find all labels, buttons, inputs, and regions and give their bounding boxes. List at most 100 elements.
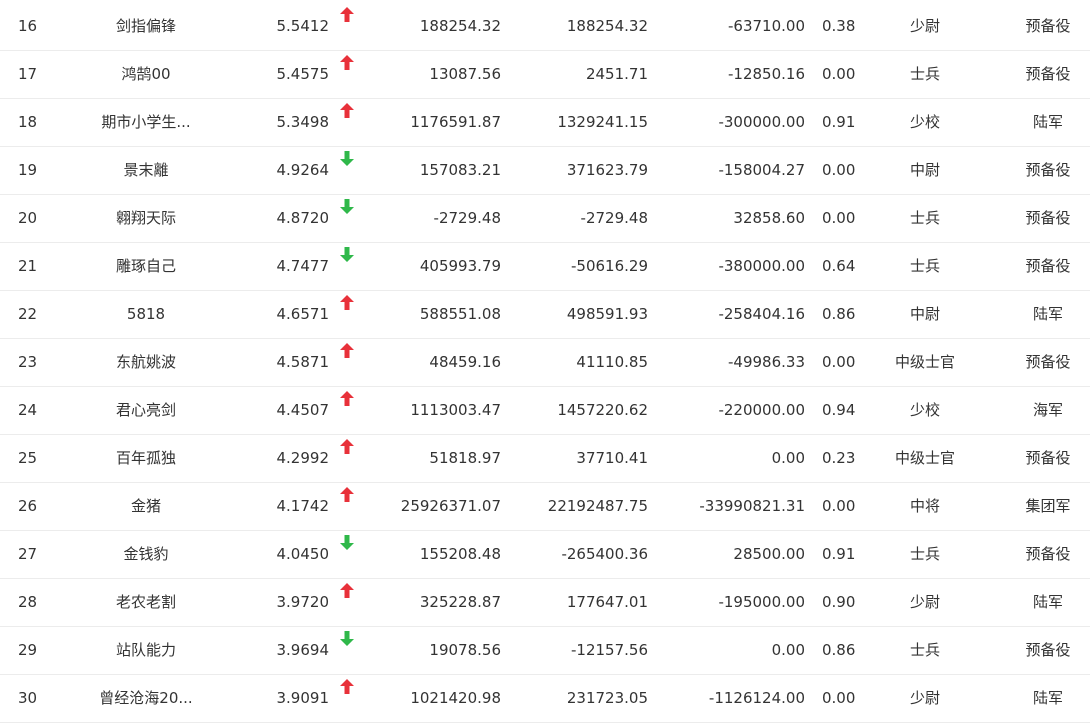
table-row: 27 金钱豹 4.0450 155208.48 -265400.36 28500.00 0.… bbox=[0, 531, 1090, 579]
value-1-cell: -2729.48 bbox=[433, 209, 501, 227]
group-cell: 预备役 bbox=[1025, 161, 1071, 179]
arrow-up-icon bbox=[339, 3, 355, 50]
table-row: 29 站队能力 3.9694 19078.56 -12157.56 0.00 0.86 士兵 预… bbox=[0, 627, 1090, 675]
table-row: 18 期市小学生... 5.3498 1176591.87 1329241.15 -300… bbox=[0, 99, 1090, 147]
value-2-cell: 498591.93 bbox=[566, 305, 648, 323]
player-name[interactable]: 站队能力 bbox=[76, 627, 216, 674]
group-cell: 陆军 bbox=[1032, 689, 1063, 707]
score-cell: 4.9264 bbox=[276, 161, 330, 179]
ratio-cell: 0.91 bbox=[822, 545, 856, 563]
military-rank-cell: 士兵 bbox=[909, 209, 940, 227]
value-2-cell: 41110.85 bbox=[576, 353, 648, 371]
value-1-cell: 405993.79 bbox=[419, 257, 501, 275]
ratio-cell: 0.00 bbox=[822, 497, 856, 515]
player-name[interactable]: 鸿鹄00 bbox=[76, 51, 216, 98]
value-3-cell: -195000.00 bbox=[718, 593, 805, 611]
rank-cell: 16 bbox=[18, 17, 38, 35]
value-2-cell: 1329241.15 bbox=[557, 113, 648, 131]
group-cell: 预备役 bbox=[1025, 17, 1071, 35]
group-cell: 集团军 bbox=[1025, 497, 1071, 515]
value-2-cell: 231723.05 bbox=[566, 689, 648, 707]
military-rank-cell: 少校 bbox=[909, 113, 940, 131]
ratio-cell: 0.00 bbox=[822, 161, 856, 179]
table-row: 24 君心亮剑 4.4507 1113003.47 1457220.62 -220000.… bbox=[0, 387, 1090, 435]
rank-cell: 18 bbox=[18, 113, 38, 131]
ratio-cell: 0.00 bbox=[822, 65, 856, 83]
table-row: 28 老农老割 3.9720 325228.87 177647.01 -195000.00… bbox=[0, 579, 1090, 627]
table-row: 30 曾经沧海20... 3.9091 1021420.98 231723.05 -112… bbox=[0, 675, 1090, 723]
military-rank-cell: 少校 bbox=[909, 401, 940, 419]
table-row: 22 5818 4.6571 588551.08 498591.93 -258404.16… bbox=[0, 291, 1090, 339]
ratio-cell: 0.91 bbox=[822, 113, 856, 131]
value-2-cell: -50616.29 bbox=[571, 257, 648, 275]
ratio-cell: 0.86 bbox=[822, 641, 856, 659]
arrow-up-icon bbox=[339, 483, 355, 530]
ratio-cell: 0.23 bbox=[822, 449, 856, 467]
arrow-down-icon bbox=[339, 627, 355, 674]
value-1-cell: 588551.08 bbox=[419, 305, 501, 323]
arrow-up-icon bbox=[339, 99, 355, 146]
value-3-cell: -33990821.31 bbox=[699, 497, 805, 515]
score-cell: 4.8720 bbox=[276, 209, 330, 227]
score-cell: 4.0450 bbox=[276, 545, 330, 563]
leaderboard-table: 16 剑指偏锋 5.5412 188254.32 188254.32 -63710.00 0… bbox=[0, 0, 1090, 723]
value-3-cell: -300000.00 bbox=[718, 113, 805, 131]
arrow-down-icon bbox=[339, 243, 355, 290]
score-cell: 4.4507 bbox=[276, 401, 330, 419]
value-3-cell: 28500.00 bbox=[733, 545, 805, 563]
score-cell: 4.1742 bbox=[276, 497, 330, 515]
military-rank-cell: 少尉 bbox=[909, 689, 940, 707]
value-2-cell: -12157.56 bbox=[571, 641, 648, 659]
value-3-cell: -49986.33 bbox=[728, 353, 805, 371]
group-cell: 预备役 bbox=[1025, 449, 1071, 467]
table-row: 20 翱翔天际 4.8720 -2729.48 -2729.48 32858.60 0.00… bbox=[0, 195, 1090, 243]
score-cell: 4.2992 bbox=[276, 449, 330, 467]
ratio-cell: 0.00 bbox=[822, 689, 856, 707]
rank-cell: 28 bbox=[18, 593, 38, 611]
group-cell: 陆军 bbox=[1032, 113, 1063, 131]
value-1-cell: 19078.56 bbox=[429, 641, 501, 659]
player-name[interactable]: 金钱豹 bbox=[76, 531, 216, 578]
value-3-cell: -63710.00 bbox=[728, 17, 805, 35]
rank-cell: 23 bbox=[18, 353, 38, 371]
group-cell: 预备役 bbox=[1025, 641, 1071, 659]
rank-cell: 25 bbox=[18, 449, 38, 467]
value-3-cell: -220000.00 bbox=[718, 401, 805, 419]
value-2-cell: 188254.32 bbox=[566, 17, 648, 35]
player-name[interactable]: 老农老割 bbox=[76, 579, 216, 626]
value-1-cell: 1021420.98 bbox=[410, 689, 501, 707]
arrow-down-icon bbox=[339, 531, 355, 578]
table-row: 16 剑指偏锋 5.5412 188254.32 188254.32 -63710.00 0… bbox=[0, 3, 1090, 51]
military-rank-cell: 士兵 bbox=[909, 641, 940, 659]
rank-cell: 29 bbox=[18, 641, 38, 659]
group-cell: 海军 bbox=[1032, 401, 1063, 419]
table-row: 25 百年孤独 4.2992 51818.97 37710.41 0.00 0.23 中级士官… bbox=[0, 435, 1090, 483]
player-name[interactable]: 剑指偏锋 bbox=[76, 3, 216, 50]
value-1-cell: 13087.56 bbox=[429, 65, 501, 83]
arrow-up-icon bbox=[339, 339, 355, 386]
rank-cell: 26 bbox=[18, 497, 38, 515]
military-rank-cell: 中尉 bbox=[909, 161, 940, 179]
player-name[interactable]: 5818 bbox=[76, 291, 216, 338]
ratio-cell: 0.38 bbox=[822, 17, 856, 35]
military-rank-cell: 中级士官 bbox=[894, 449, 955, 467]
player-name[interactable]: 金猪 bbox=[76, 483, 216, 530]
ratio-cell: 0.90 bbox=[822, 593, 856, 611]
player-name[interactable]: 期市小学生... bbox=[76, 99, 216, 146]
player-name[interactable]: 曾经沧海20... bbox=[76, 675, 216, 722]
rank-cell: 22 bbox=[18, 305, 38, 323]
value-1-cell: 48459.16 bbox=[429, 353, 501, 371]
arrow-up-icon bbox=[339, 291, 355, 338]
player-name[interactable]: 雕琢自己 bbox=[76, 243, 216, 290]
score-cell: 3.9694 bbox=[276, 641, 330, 659]
player-name[interactable]: 景末離 bbox=[76, 147, 216, 194]
table-row: 23 东航姚波 4.5871 48459.16 41110.85 -49986.33 0.0… bbox=[0, 339, 1090, 387]
player-name[interactable]: 君心亮剑 bbox=[76, 387, 216, 434]
player-name[interactable]: 翱翔天际 bbox=[76, 195, 216, 242]
player-name[interactable]: 百年孤独 bbox=[76, 435, 216, 482]
player-name[interactable]: 东航姚波 bbox=[76, 339, 216, 386]
score-cell: 3.9720 bbox=[276, 593, 330, 611]
value-3-cell: -12850.16 bbox=[728, 65, 805, 83]
rank-cell: 20 bbox=[18, 209, 38, 227]
arrow-up-icon bbox=[339, 387, 355, 434]
